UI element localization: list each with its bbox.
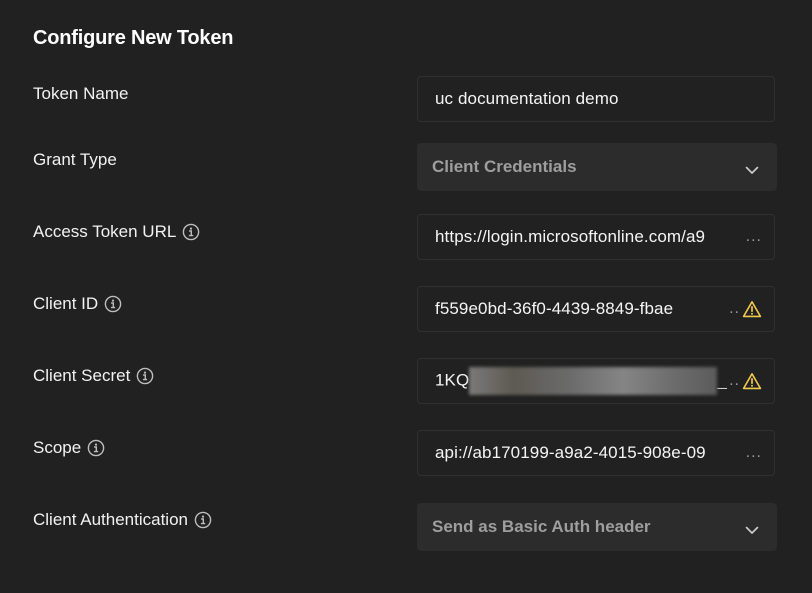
client-authentication-label: Client Authentication xyxy=(33,509,212,531)
warning-triangle-icon[interactable] xyxy=(742,372,762,390)
chevron-down-icon xyxy=(745,162,759,174)
redacted-secret-blur xyxy=(469,367,718,395)
info-icon[interactable] xyxy=(194,511,212,529)
scope-label-text: Scope xyxy=(33,438,82,457)
token-name-label: Token Name xyxy=(33,83,128,105)
grant-type-select[interactable]: Client Credentials xyxy=(417,143,777,191)
scope-value: api://ab170199-a9a2-4015-908e-09 xyxy=(435,443,706,462)
client-secret-label-text: Client Secret xyxy=(33,366,131,385)
access-token-url-input[interactable]: https://login.microsoftonline.com/a9 ... xyxy=(417,214,775,260)
info-icon[interactable] xyxy=(182,223,200,241)
truncation-ellipsis: .. xyxy=(729,372,740,389)
token-name-label-text: Token Name xyxy=(33,84,129,103)
warning-triangle-icon[interactable] xyxy=(742,300,762,318)
page-title: Configure New Token xyxy=(33,27,234,49)
access-token-url-label-text: Access Token URL xyxy=(33,222,177,241)
client-secret-suffix: _ xyxy=(717,370,727,390)
truncation-ellipsis: .. xyxy=(729,300,740,317)
token-name-value: uc documentation demo xyxy=(435,89,619,108)
client-authentication-select[interactable]: Send as Basic Auth header xyxy=(417,503,777,551)
grant-type-label: Grant Type xyxy=(33,149,117,171)
scope-label: Scope xyxy=(33,437,105,459)
info-icon[interactable] xyxy=(136,367,154,385)
client-id-input[interactable]: f559e0bd-36f0-4439-8849-fbae .. xyxy=(417,286,775,332)
access-token-url-value: https://login.microsoftonline.com/a9 xyxy=(435,227,706,246)
client-id-label-text: Client ID xyxy=(33,294,99,313)
client-secret-prefix: 1KQ xyxy=(435,370,470,390)
client-authentication-selected-value: Send as Basic Auth header xyxy=(432,517,651,536)
grant-type-label-text: Grant Type xyxy=(33,150,117,169)
chevron-down-icon xyxy=(745,522,759,534)
client-id-label: Client ID xyxy=(33,293,122,315)
access-token-url-label: Access Token URL xyxy=(33,221,200,243)
truncation-ellipsis: ... xyxy=(745,228,762,245)
token-name-input[interactable]: uc documentation demo xyxy=(417,76,775,122)
grant-type-selected-value: Client Credentials xyxy=(432,157,577,176)
truncation-ellipsis: ... xyxy=(745,444,762,461)
scope-input[interactable]: api://ab170199-a9a2-4015-908e-09 ... xyxy=(417,430,775,476)
client-secret-value: 1KQ _ xyxy=(435,367,727,395)
client-secret-input[interactable]: 1KQ _ .. xyxy=(417,358,775,404)
info-icon[interactable] xyxy=(104,295,122,313)
info-icon[interactable] xyxy=(87,439,105,457)
client-secret-label: Client Secret xyxy=(33,365,154,387)
client-authentication-label-text: Client Authentication xyxy=(33,510,188,529)
client-id-value: f559e0bd-36f0-4439-8849-fbae xyxy=(435,299,674,318)
